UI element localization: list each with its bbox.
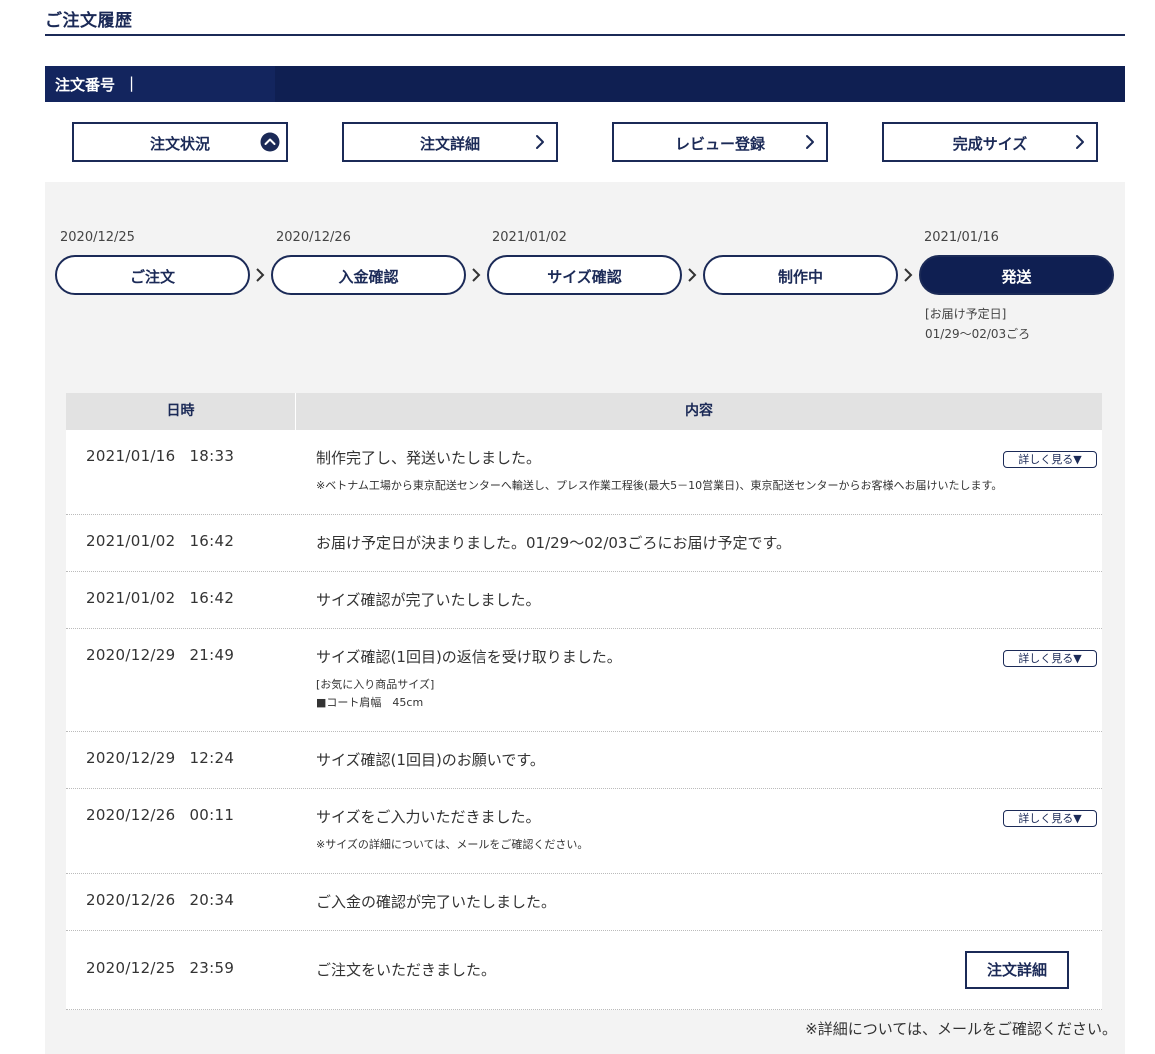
detail-toggle-button[interactable]: 詳しく見る▼ [1003, 810, 1097, 827]
row-time: 18:33 [189, 447, 235, 465]
order-number-bar: 注文番号 | [45, 66, 1125, 102]
row-datetime: 2021/01/02 16:42 [86, 532, 234, 550]
title-divider [45, 34, 1125, 36]
chevron-right-icon [472, 268, 481, 282]
step-date-size-check: 2021/01/02 [492, 230, 567, 245]
order-number-label: 注文番号 [55, 76, 116, 94]
tab-order-detail[interactable]: 注文詳細 [342, 122, 558, 162]
order-detail-button[interactable]: 注文詳細 [965, 951, 1069, 989]
tab-order-detail-label: 注文詳細 [419, 135, 480, 153]
delivery-date-range: 01/29～02/03ごろ [925, 327, 1031, 341]
step-order: ご注文 [55, 255, 250, 295]
chevron-right-icon [1076, 135, 1084, 149]
row-date: 2021/01/02 [86, 589, 176, 607]
row-text: サイズ確認が完了いたしました。 [316, 591, 541, 609]
chevron-right-icon [256, 268, 265, 282]
row-datetime: 2020/12/26 00:11 [86, 806, 234, 824]
row-note: ※サイズの詳細については、メールをご確認ください。 [316, 838, 589, 851]
row-date: 2020/12/26 [86, 806, 176, 824]
row-time: 21:49 [189, 646, 235, 664]
detail-toggle-button[interactable]: 詳しく見る▼ [1003, 650, 1097, 667]
step-production-label: 制作中 [777, 268, 823, 286]
header-content: 内容 [685, 403, 713, 419]
table-row: 2020/12/29 21:49 サイズ確認(1回目)の返信を受け取りました。 [… [66, 629, 1102, 732]
row-datetime: 2021/01/16 18:33 [86, 447, 234, 465]
row-date: 2021/01/02 [86, 532, 176, 550]
chevron-right-icon [536, 135, 544, 149]
step-shipping-label: 発送 [1001, 268, 1032, 286]
row-text: ご注文をいただきました。 [316, 961, 497, 979]
row-time: 16:42 [189, 532, 235, 550]
row-time: 23:59 [189, 959, 235, 977]
row-text: ご入金の確認が完了いたしました。 [316, 893, 557, 911]
step-production: 制作中 [703, 255, 898, 295]
step-payment: 入金確認 [271, 255, 466, 295]
delivery-date-label: [お届け予定日] [925, 307, 1007, 321]
row-text: サイズ確認(1回目)の返信を受け取りました。 [316, 648, 622, 666]
chevron-right-icon [904, 268, 913, 282]
step-date-shipping: 2021/01/16 [924, 230, 999, 245]
history-table: 日時 内容 2021/01/16 18:33 制作完了し、発送いたしました。 ※ベ… [66, 393, 1102, 1010]
table-row: 2020/12/29 12:24 サイズ確認(1回目)のお願いです。 [66, 732, 1102, 789]
tab-finished-size-label: 完成サイズ [952, 135, 1028, 153]
row-text: サイズ確認(1回目)のお願いです。 [316, 751, 545, 769]
step-shipping: 発送 [919, 255, 1114, 295]
table-row: 2021/01/02 16:42 お届け予定日が決まりました。01/29～02/0… [66, 515, 1102, 572]
row-date: 2020/12/26 [86, 891, 176, 909]
footer-note: ※詳細については、メールをご確認ください。 [805, 1020, 1117, 1038]
row-note: ※ベトナム工場から東京配送センターへ輸送し、プレス作業工程後(最大5－10営業日… [316, 479, 1003, 492]
row-datetime: 2020/12/29 12:24 [86, 749, 234, 767]
row-time: 16:42 [189, 589, 235, 607]
detail-toggle-button[interactable]: 詳しく見る▼ [1003, 451, 1097, 468]
order-number-separator: | [129, 74, 135, 92]
chevron-right-icon [688, 268, 697, 282]
row-date: 2020/12/29 [86, 646, 176, 664]
header-date: 日時 [66, 393, 296, 430]
row-time: 00:11 [189, 806, 235, 824]
page-title: ご注文履歴 [45, 11, 133, 31]
table-row: 2020/12/25 23:59 ご注文をいただきました。 注文詳細 [66, 931, 1102, 1010]
row-text: サイズをご入力いただきました。 [316, 808, 541, 826]
row-time: 12:24 [189, 749, 235, 767]
tab-order-status[interactable]: 注文状況 [72, 122, 288, 162]
row-note: ■コート肩幅 45cm [316, 696, 424, 709]
row-note: [お気に入り商品サイズ] [316, 678, 435, 691]
row-datetime: 2020/12/26 20:34 [86, 891, 234, 909]
table-row: 2021/01/16 18:33 制作完了し、発送いたしました。 ※ベトナム工場か… [66, 430, 1102, 515]
row-datetime: 2020/12/25 23:59 [86, 959, 234, 977]
step-size-check: サイズ確認 [487, 255, 682, 295]
row-time: 20:34 [189, 891, 235, 909]
tab-review-label: レビュー登録 [674, 135, 765, 153]
row-date: 2020/12/29 [86, 749, 176, 767]
row-text: 制作完了し、発送いたしました。 [316, 449, 542, 467]
step-order-label: ご注文 [129, 268, 175, 286]
row-datetime: 2021/01/02 16:42 [86, 589, 234, 607]
row-date: 2021/01/16 [86, 447, 176, 465]
chevron-up-circle-icon [260, 132, 280, 152]
table-row: 2021/01/02 16:42 サイズ確認が完了いたしました。 [66, 572, 1102, 629]
step-size-check-label: サイズ確認 [547, 268, 622, 286]
step-date-payment: 2020/12/26 [276, 230, 351, 245]
chevron-right-icon [806, 135, 814, 149]
tab-order-status-label: 注文状況 [149, 135, 210, 153]
row-datetime: 2020/12/29 21:49 [86, 646, 234, 664]
table-row: 2020/12/26 20:34 ご入金の確認が完了いたしました。 [66, 874, 1102, 931]
step-date-order: 2020/12/25 [60, 230, 135, 245]
step-payment-label: 入金確認 [338, 268, 399, 286]
tab-finished-size[interactable]: 完成サイズ [882, 122, 1098, 162]
table-row: 2020/12/26 00:11 サイズをご入力いただきました。 ※サイズの詳細に… [66, 789, 1102, 874]
row-date: 2020/12/25 [86, 959, 176, 977]
tab-review[interactable]: レビュー登録 [612, 122, 828, 162]
row-text: お届け予定日が決まりました。01/29～02/03ごろにお届け予定です。 [316, 534, 791, 552]
table-header: 日時 内容 [66, 393, 1102, 430]
